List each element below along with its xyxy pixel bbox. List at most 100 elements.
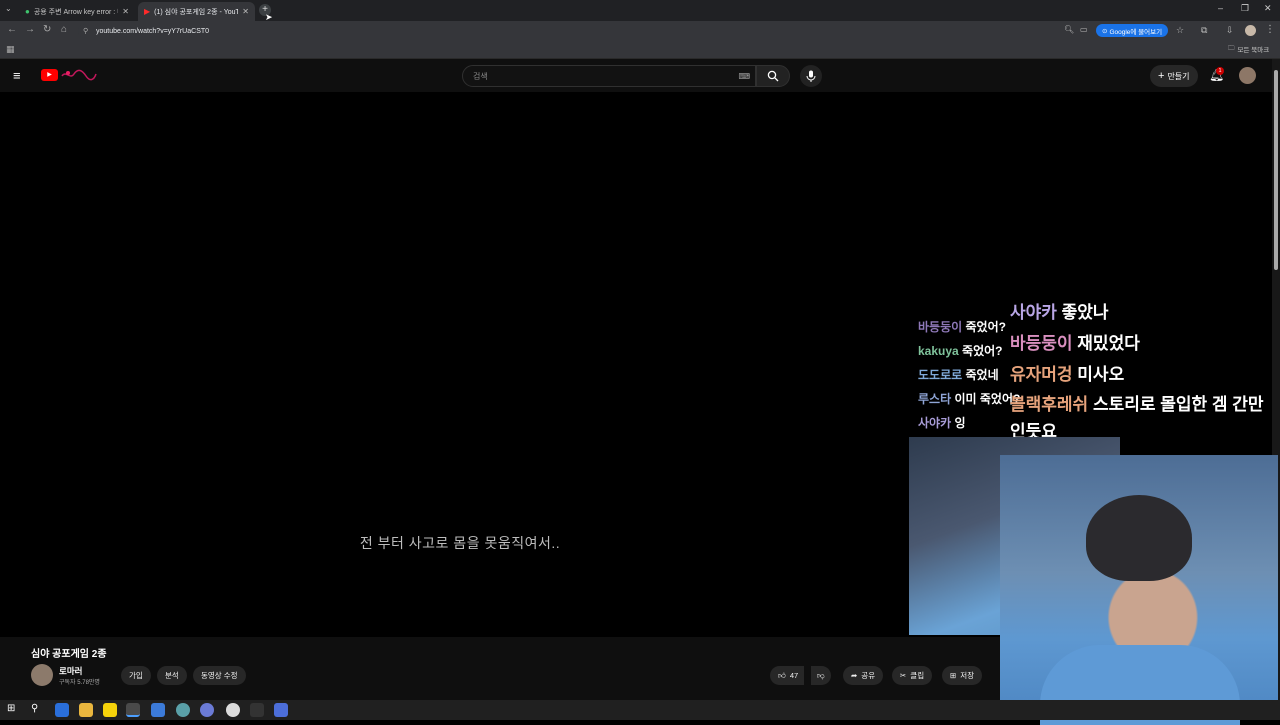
tab-title: (1) 심야 공포게임 2종 - YouTube <box>154 8 239 16</box>
search-icon <box>767 70 779 82</box>
chat-overlay-large: 사야카 좋았나 바등둥이 재밌었다 유자머겅 미사오 블랙후레쉬 스토리로 몰입… <box>1010 301 1264 444</box>
subscriber-count: 구독자 5.78만명 <box>59 680 100 686</box>
site-info-icon[interactable]: ⚲ <box>83 27 88 35</box>
minimize-icon[interactable]: – <box>1218 3 1223 13</box>
chat-user: kakuya <box>918 344 959 358</box>
chat-overlay-small: 바등둥이 죽었어? kakuya 죽었어? 도도로로 죽었네 루스타 이미 죽었… <box>918 320 1020 435</box>
thumbs-down-icon: 👎︎ <box>817 670 825 680</box>
chat-message: 루스타 이미 죽었어? <box>918 387 1020 411</box>
create-label: 만들기 <box>1167 71 1190 81</box>
dislike-button[interactable]: 👎︎ <box>811 666 831 685</box>
back-icon[interactable]: ← <box>7 24 17 35</box>
hamburger-menu-icon[interactable]: ≡ <box>13 68 21 83</box>
bookmarks-bar <box>0 41 1280 59</box>
join-label: 가입 <box>129 671 143 680</box>
youtube-icon: ▶ <box>144 7 151 16</box>
taskbar-app-icon[interactable] <box>55 703 69 717</box>
tab-search-icon[interactable]: ⌄ <box>5 4 12 13</box>
share-icon: ➦ <box>851 671 858 680</box>
chat-user: 사야카 <box>1010 303 1057 322</box>
plus-icon: + <box>1158 70 1165 82</box>
chat-message: 사야카 좋았나 <box>1010 301 1264 328</box>
chat-message: 도도로로 죽었네 <box>918 363 1020 387</box>
like-count: 47 <box>789 671 799 680</box>
close-icon[interactable]: ✕ <box>242 7 249 16</box>
file-explorer-icon[interactable] <box>79 703 93 717</box>
edit-video-label: 동영상 수정 <box>201 671 238 680</box>
save-playlist-icon: ⊞ <box>950 671 957 680</box>
tab-title: 공용 주변 Arrow key error : 네 <box>33 8 118 16</box>
chat-text: 미사오 <box>1077 365 1125 384</box>
folder-icon: 🗀 <box>1228 45 1235 52</box>
ask-google-button[interactable]: ⊙ Google에 물어보기 <box>1096 24 1169 37</box>
chat-message: 사야카 잉 <box>918 411 1020 435</box>
analytics-button[interactable]: 분석 <box>157 666 187 685</box>
chrome-icon[interactable] <box>126 703 140 717</box>
obs-icon[interactable] <box>226 703 240 717</box>
taskbar-app-icon[interactable] <box>176 703 190 717</box>
all-bookmarks-folder[interactable]: 🗀 모든 북마크 <box>1228 44 1269 55</box>
home-icon[interactable]: ⌂ <box>61 24 67 35</box>
search-input[interactable]: 검색 ⌨ <box>462 65 756 87</box>
taskbar-search-icon[interactable]: ⚲ <box>31 703 38 714</box>
search-button[interactable] <box>756 65 790 87</box>
discord-icon[interactable] <box>200 703 214 717</box>
youtube-doodle-logo[interactable] <box>60 68 98 82</box>
all-bookmarks-label: 모든 북마크 <box>1237 47 1270 54</box>
like-button[interactable]: 👍︎ 47 <box>770 666 805 685</box>
menu-kebab-icon[interactable]: ⋮ <box>1265 24 1275 35</box>
kakaotalk-icon[interactable] <box>103 703 117 717</box>
chat-text: 잉 <box>954 416 966 430</box>
chat-user: 바등둥이 <box>1010 334 1073 353</box>
chat-text: 죽었어? <box>965 320 1006 334</box>
chat-text: 스토리로 몰입한 겜 간만 <box>1092 395 1264 414</box>
scissors-icon: ✂ <box>900 671 907 680</box>
lens-icon: ⊙ <box>1102 27 1108 35</box>
taskbar-app-icon[interactable] <box>250 703 264 717</box>
account-avatar[interactable] <box>1239 67 1256 84</box>
downloads-icon[interactable]: ⇩ <box>1226 25 1234 36</box>
doodle-icon <box>61 69 97 81</box>
forward-icon[interactable]: → <box>25 24 35 35</box>
close-icon[interactable]: ✕ <box>122 7 129 16</box>
apps-grid-icon[interactable]: ▦ <box>6 44 15 55</box>
create-button[interactable]: + 만들기 <box>1150 65 1198 87</box>
join-button[interactable]: 가입 <box>121 666 151 685</box>
microphone-icon <box>806 70 816 82</box>
browser-tab-2[interactable]: ▶ (1) 심야 공포게임 2종 - YouTube ✕ <box>138 2 255 21</box>
channel-name[interactable]: 로마러 <box>59 665 82 677</box>
chat-message: 바등둥이 재밌었다 <box>1010 328 1264 359</box>
taskbar-app-icon[interactable] <box>151 703 165 717</box>
scrollbar-thumb[interactable] <box>1274 70 1278 270</box>
edit-video-button[interactable]: 동영상 수정 <box>193 666 246 685</box>
green-leaf-icon: ● <box>25 7 30 16</box>
profile-avatar[interactable] <box>1245 25 1256 36</box>
extensions-icon[interactable]: ⧉ <box>1201 25 1207 36</box>
cast-icon[interactable]: ▭ <box>1080 25 1088 34</box>
address-bar[interactable]: ⚲ youtube.com/watch?v=yY7rUaCST0 <box>78 24 1090 38</box>
restore-icon[interactable]: ❐ <box>1241 3 1249 14</box>
voice-search-button[interactable] <box>800 65 822 87</box>
webcam-overlay-streamer <box>1000 455 1278 725</box>
video-title: 심야 공포게임 2종 <box>31 649 107 660</box>
bookmark-star-icon[interactable]: ☆ <box>1176 25 1184 36</box>
chat-text: 좋았나 <box>1061 303 1109 322</box>
zoom-icon[interactable]: 🔍︎ <box>1064 25 1074 34</box>
browser-tab-1[interactable]: ● 공용 주변 Arrow key error : 네 ✕ <box>19 2 135 21</box>
chat-user: 루스타 <box>918 392 952 406</box>
window-close-icon[interactable]: ✕ <box>1264 3 1272 14</box>
save-button[interactable]: ⊞ 저장 <box>942 666 983 685</box>
video-subtitle: 전 부터 사고로 몸을 못움직여서.. <box>359 535 561 551</box>
taskbar-app-icon[interactable] <box>274 703 288 717</box>
clip-button[interactable]: ✂ 클립 <box>892 666 933 685</box>
windows-start-icon[interactable]: ⊞ <box>7 703 15 714</box>
streamer-hair <box>1086 495 1192 581</box>
share-label: 공유 <box>861 671 876 680</box>
ask-google-label: Google에 물어보기 <box>1109 28 1163 36</box>
share-button[interactable]: ➦ 공유 <box>843 666 884 685</box>
channel-avatar[interactable] <box>31 664 53 686</box>
youtube-logo-icon[interactable]: ▶ <box>41 69 58 81</box>
keyboard-icon[interactable]: ⌨ <box>738 72 750 81</box>
url-text: youtube.com/watch?v=yY7rUaCST0 <box>96 27 210 35</box>
reload-icon[interactable]: ↻ <box>43 24 51 35</box>
